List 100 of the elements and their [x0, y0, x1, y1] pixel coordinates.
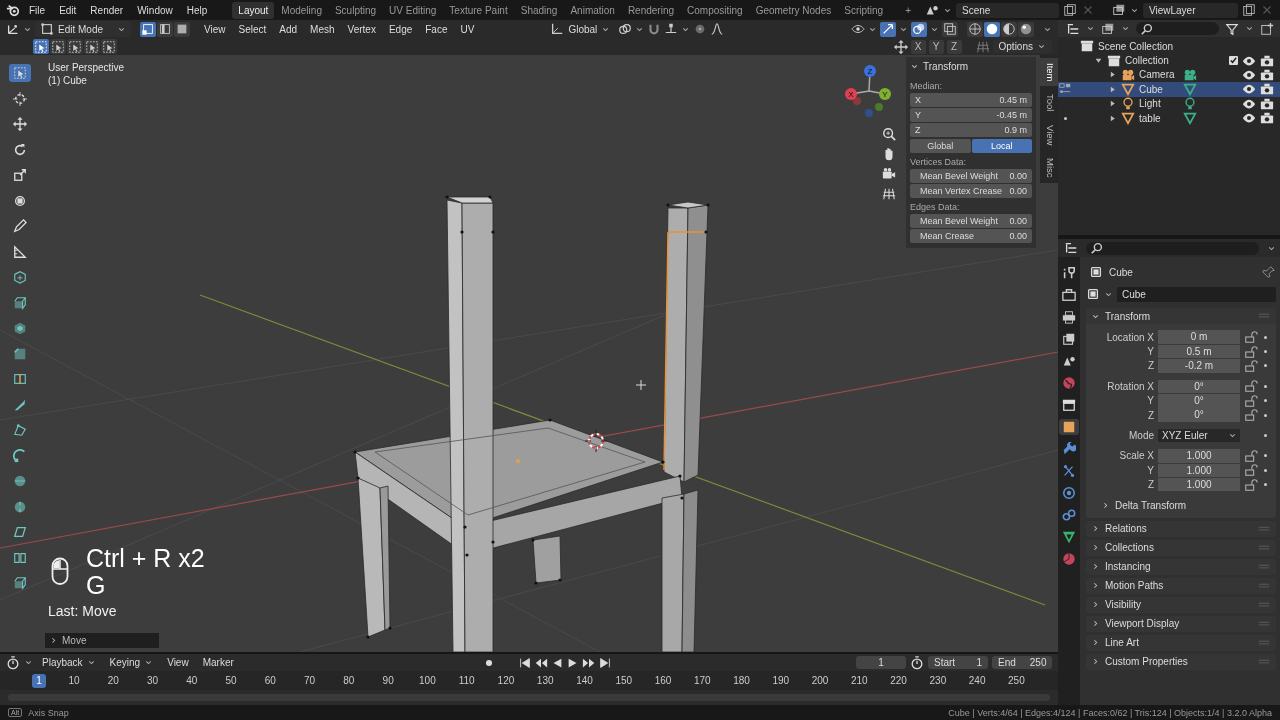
panel-header[interactable]: Relations	[1086, 520, 1276, 537]
outliner-row[interactable]: Collection	[1058, 53, 1280, 68]
frame-number: 90	[381, 675, 395, 686]
outliner-row[interactable]: table	[1058, 110, 1280, 126]
object-name-field[interactable]: Cube	[1117, 286, 1276, 302]
field-label: Location X	[1105, 331, 1154, 343]
menu-dropdown[interactable]: Keying	[104, 656, 159, 669]
workspace-tab[interactable]: Layout	[232, 1, 275, 19]
number-field[interactable]: -0.2 m	[1158, 359, 1240, 373]
number-field[interactable]: Z 0.9 m	[910, 123, 1032, 137]
playhead[interactable]: 1	[32, 673, 46, 688]
scene-field[interactable]: Scene	[956, 2, 1060, 18]
panel-header[interactable]: Line Art	[1086, 634, 1276, 651]
frame-number: 100	[418, 675, 437, 686]
section-label: Edges Data:	[910, 202, 961, 212]
menu-item[interactable]: View	[199, 22, 231, 36]
menu-item[interactable]: Edge	[383, 22, 418, 36]
add-workspace-button[interactable]: +	[899, 4, 917, 16]
field-label: Mode	[1128, 430, 1154, 442]
frame-number: 250	[1007, 675, 1026, 686]
frame-number: 170	[692, 675, 712, 686]
outliner-row[interactable]: Cube	[1058, 82, 1280, 97]
menu-item[interactable]: Help	[181, 2, 213, 18]
operator-panel[interactable]: Move	[45, 633, 159, 648]
menu-item[interactable]: Mesh	[305, 22, 340, 36]
toggle-button[interactable]: Local	[971, 139, 1032, 153]
number-field[interactable]: 0°	[1158, 379, 1240, 394]
axis-toggle-button[interactable]: X	[910, 39, 926, 54]
menu-item[interactable]: Select	[233, 22, 272, 36]
menu-item[interactable]: Render	[85, 2, 129, 18]
status-stats: Cube | Verts:4/64 | Edges:4/124 | Faces:0/62 | Tris:124 | Objects:1/4 | 3.2.0 Alpha	[948, 707, 1272, 718]
number-field[interactable]: Y -0.45 m	[910, 108, 1032, 122]
axis-toggle-button[interactable]: Y	[928, 39, 944, 54]
menu-item[interactable]: UV	[455, 22, 480, 36]
section-label: Median:	[910, 81, 944, 91]
number-field[interactable]: 0.5 m	[1158, 344, 1240, 359]
panel-header[interactable]: Transform	[1086, 308, 1276, 324]
menu-item[interactable]: Window	[132, 2, 178, 18]
number-field[interactable]: Mean Vertex Crease 0.00	[910, 184, 1032, 198]
section-label: Vertices Data:	[910, 157, 968, 167]
number-field[interactable]: 0°	[1158, 394, 1240, 408]
frame-number: 160	[653, 675, 673, 686]
frame-number: 220	[889, 675, 908, 686]
number-field[interactable]: 0°	[1158, 408, 1240, 422]
number-field[interactable]: X 0.45 m	[910, 93, 1032, 107]
number-field[interactable]: 1.000	[1158, 463, 1240, 478]
mode-dropdown[interactable]: XYZ Euler	[1158, 428, 1240, 443]
workspace-tab[interactable]: Compositing	[681, 1, 749, 19]
panel-header[interactable]: Instancing	[1086, 558, 1276, 575]
frame-field[interactable]: 1	[856, 656, 906, 669]
workspace-tab[interactable]: Modeling	[275, 1, 328, 19]
navigation-gizmo[interactable]: X Y Z	[839, 61, 899, 121]
subpanel-header[interactable]: Delta Transform	[1086, 497, 1276, 514]
menu-item[interactable]: Face	[420, 22, 453, 36]
menu-item[interactable]: File	[24, 2, 51, 18]
workspace-tab[interactable]: Scripting	[838, 1, 890, 19]
workspace-tab[interactable]: Geometry Nodes	[749, 1, 838, 19]
view-layer-field[interactable]: ViewLayer	[1142, 2, 1238, 18]
keystroke-text: Ctrl + R x2	[86, 545, 205, 572]
panel-header[interactable]: Viewport Display	[1086, 615, 1276, 632]
outliner-row[interactable]: Light	[1058, 96, 1280, 111]
menu-item[interactable]: Add	[274, 22, 303, 36]
number-field[interactable]: Mean Bevel Weight 0.00	[910, 214, 1032, 228]
field-label: Z	[1146, 360, 1154, 372]
mode-dropdown[interactable]: Edit Mode	[35, 21, 131, 37]
panel-header[interactable]: Motion Paths	[1086, 577, 1276, 594]
workspace-tab[interactable]: Sculpting	[328, 1, 383, 19]
end-frame-field[interactable]: End 250	[992, 656, 1052, 669]
number-field[interactable]: Mean Crease 0.00	[910, 229, 1032, 243]
menu-item[interactable]: Edit	[54, 2, 82, 18]
frame-number: 240	[967, 675, 987, 686]
frame-number: 10	[67, 675, 81, 686]
frame-number: 110	[457, 675, 476, 686]
panel-header[interactable]: Collections	[1086, 539, 1276, 556]
workspace-tab[interactable]: UV Editing	[383, 1, 443, 19]
start-frame-field[interactable]: Start 1	[928, 656, 988, 669]
options-dropdown[interactable]: Options	[992, 40, 1052, 53]
menu-item[interactable]: Marker	[197, 656, 239, 669]
number-field[interactable]: 1.000	[1158, 449, 1240, 463]
frame-number: 120	[496, 675, 516, 686]
number-field[interactable]: 0 m	[1158, 330, 1240, 344]
sidebar-tab[interactable]: Item	[1040, 58, 1058, 87]
workspace-tab[interactable]: Animation	[564, 1, 621, 19]
panel-header[interactable]: Visibility	[1086, 596, 1276, 613]
menu-item[interactable]: View	[162, 656, 194, 669]
workspace-tab[interactable]: Shading	[514, 1, 564, 19]
frame-number: 230	[928, 675, 948, 686]
frame-number: 150	[614, 675, 634, 686]
menu-dropdown[interactable]: Playback	[37, 656, 101, 669]
workspace-tab[interactable]: Rendering	[621, 1, 681, 19]
workspace-tab[interactable]: Texture Paint	[443, 1, 514, 19]
axis-toggle-button[interactable]: Z	[946, 39, 962, 54]
outliner-row[interactable]: Scene Collection	[1058, 39, 1280, 54]
panel-header[interactable]: Custom Properties	[1086, 653, 1276, 670]
toggle-button[interactable]: Global	[910, 139, 971, 153]
menu-item[interactable]: Vertex	[342, 22, 381, 36]
number-field[interactable]: Mean Bevel Weight 0.00	[910, 169, 1032, 183]
orientation-dropdown[interactable]: Global	[545, 21, 616, 37]
number-field[interactable]: 1.000	[1158, 477, 1240, 492]
outliner-row[interactable]: Camera	[1058, 67, 1280, 83]
